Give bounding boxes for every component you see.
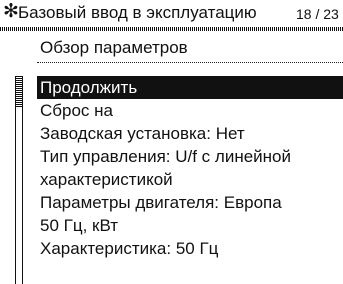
parameter-overview-screen: ✻ Базовый ввод в эксплуатацию 18 / 23 Об… (0, 0, 343, 284)
menu-list: Продолжить Сброс на Заводская установка:… (37, 76, 343, 260)
menu-item-reset-to[interactable]: Сброс на (37, 99, 343, 122)
menu-item-motor-parameters[interactable]: Параметры двигателя: Европа (37, 191, 343, 214)
menu-item-characteristic[interactable]: Характеристика: 50 Гц (37, 237, 343, 260)
scrollbar-thumb[interactable] (16, 76, 22, 108)
menu-item-control-type-cont[interactable]: характеристикой (37, 168, 343, 191)
menu-item-factory-setting[interactable]: Заводская установка: Нет (37, 122, 343, 145)
scrollbar[interactable] (15, 76, 23, 284)
menu-item-motor-parameters-cont[interactable]: 50 Гц, кВт (37, 214, 343, 237)
section-divider (37, 62, 343, 63)
menu-item-control-type[interactable]: Тип управления: U/f с линейной (37, 145, 343, 168)
window-title: Базовый ввод в эксплуатацию (18, 3, 257, 22)
title-divider (0, 27, 343, 31)
asterisk-icon: ✻ (3, 1, 19, 22)
section-title: Обзор параметров (40, 38, 188, 57)
menu-item-continue[interactable]: Продолжить (37, 76, 343, 99)
title-bar: ✻ Базовый ввод в эксплуатацию 18 / 23 (0, 0, 343, 31)
page-indicator: 18 / 23 (296, 6, 339, 22)
